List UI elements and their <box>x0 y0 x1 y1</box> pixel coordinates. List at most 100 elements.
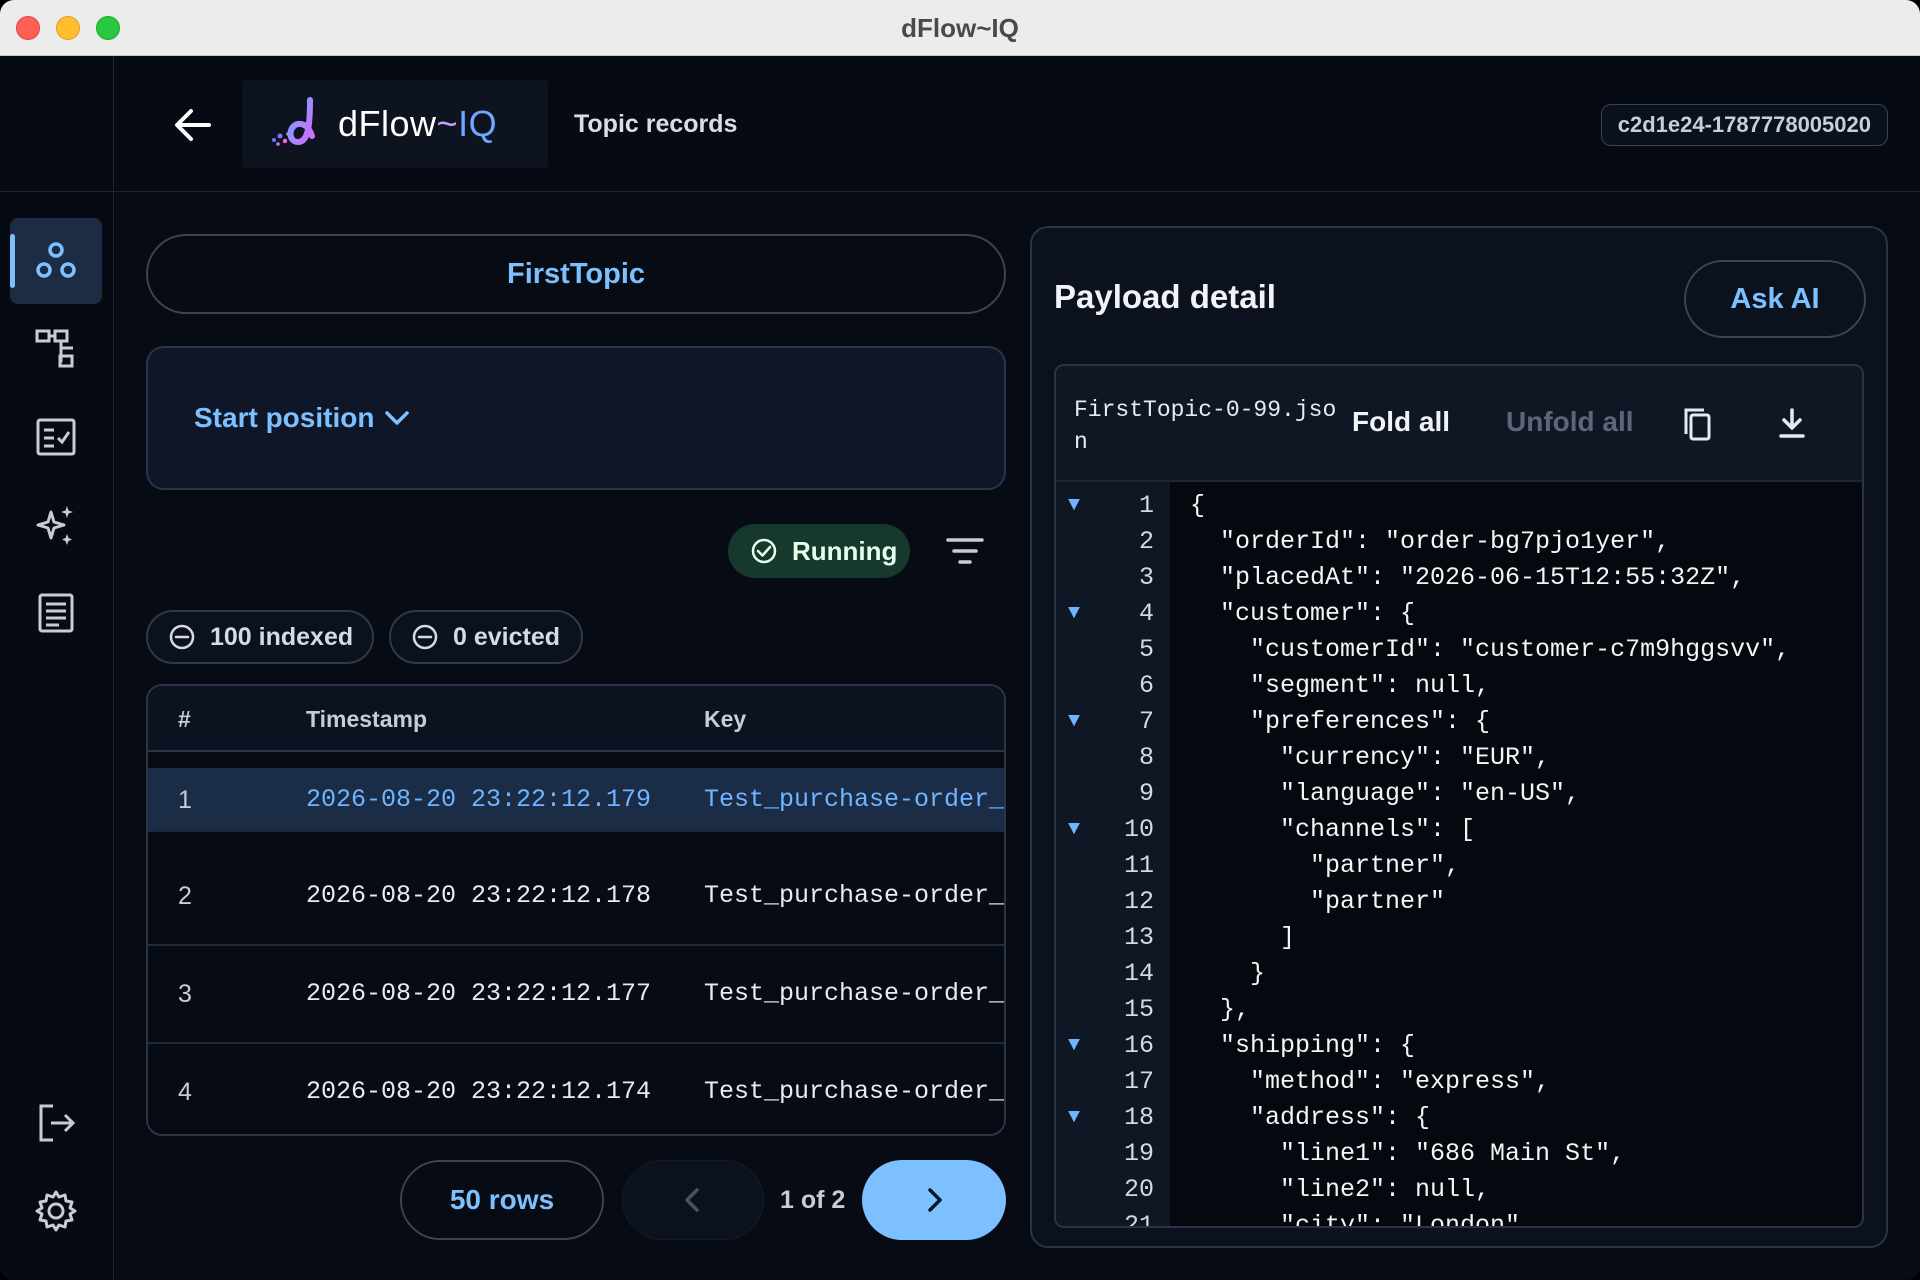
sparkles-icon <box>36 506 73 545</box>
line-text: "customerId": "customer-c7m9hggsvv", <box>1190 635 1791 664</box>
checklist-icon <box>36 418 76 456</box>
rail-item-topics[interactable] <box>10 218 102 304</box>
fold-toggle-icon[interactable]: ▼ <box>1068 488 1088 524</box>
line-number: 1 <box>1138 491 1154 520</box>
session-id-badge: c2d1e24-1787778005020 <box>1600 104 1888 146</box>
line-text: "segment": null, <box>1190 671 1491 700</box>
copy-button[interactable] <box>1674 402 1718 446</box>
running-status-label: Running <box>792 535 898 566</box>
logo-suffix: IQ <box>458 103 498 144</box>
row-number: 2 <box>178 882 192 910</box>
fold-toggle-icon[interactable]: ▼ <box>1068 812 1088 848</box>
json-code-line: 21 "city": "London" <box>1056 1208 1862 1228</box>
json-code-line: 14 } <box>1056 956 1862 992</box>
json-code-line: ▼ 10 "channels": [ <box>1056 812 1862 848</box>
line-text: "shipping": { <box>1190 1031 1416 1060</box>
gear-icon <box>35 1190 77 1232</box>
title-bar: dFlow~IQ <box>0 0 1920 56</box>
line-number: 4 <box>1138 599 1154 628</box>
line-text: "city": "London" <box>1190 1211 1521 1228</box>
line-number: 10 <box>1123 815 1154 844</box>
json-code-line: 17 "method": "express", <box>1056 1064 1862 1100</box>
logo-tilde: ~ <box>436 103 459 144</box>
table-row[interactable]: 4 2026-08-20 23:22:12.174 Test_purchase-… <box>148 1044 1004 1134</box>
json-code-line: 11 "partner", <box>1056 848 1862 884</box>
app-header: dFlow~IQ Topic records c2d1e24-178777800… <box>114 56 1920 192</box>
fold-toggle-icon[interactable]: ▼ <box>1068 596 1088 632</box>
rail-item-logout[interactable] <box>10 1080 102 1166</box>
column-header-number[interactable]: # <box>178 686 191 752</box>
row-timestamp: 2026-08-20 23:22:12.174 <box>306 1077 652 1106</box>
line-number: 19 <box>1123 1139 1154 1168</box>
json-viewer-toolbar: FirstTopic-0-99.json Fold all Unfold all <box>1056 366 1862 482</box>
unfold-all-button[interactable]: Unfold all <box>1506 406 1634 438</box>
row-key: Test_purchase-order_9 <box>704 979 1004 1008</box>
line-number: 16 <box>1123 1031 1154 1060</box>
rail-item-ai[interactable] <box>10 482 102 568</box>
row-key: Test_purchase-order_9 <box>704 881 1004 910</box>
topic-selector[interactable]: FirstTopic <box>146 234 1006 314</box>
start-position-dropdown[interactable]: Start position <box>194 396 410 440</box>
ask-ai-button[interactable]: Ask AI <box>1684 260 1866 338</box>
line-number: 18 <box>1123 1103 1154 1132</box>
window-title: dFlow~IQ <box>901 13 1019 43</box>
json-code-line: ▼ 16 "shipping": { <box>1056 1028 1862 1064</box>
line-text: "line1": "686 Main St", <box>1190 1139 1626 1168</box>
running-status-badge: Running <box>728 524 910 578</box>
indexed-count-chip: 100 indexed <box>146 610 374 664</box>
next-page-button[interactable] <box>862 1160 1006 1240</box>
column-header-timestamp[interactable]: Timestamp <box>306 686 427 752</box>
rows-per-page-button[interactable]: 50 rows <box>400 1160 604 1240</box>
download-button[interactable] <box>1770 402 1814 446</box>
arrow-left-icon <box>175 109 211 141</box>
json-code-line: 5 "customerId": "customer-c7m9hggsvv", <box>1056 632 1862 668</box>
line-text: "placedAt": "2026-06-15T12:55:32Z", <box>1190 563 1746 592</box>
chevron-right-icon <box>928 1188 942 1212</box>
fold-toggle-icon[interactable]: ▼ <box>1068 1100 1088 1136</box>
json-code-line: 9 "language": "en-US", <box>1056 776 1862 812</box>
line-number: 9 <box>1138 779 1154 808</box>
document-icon <box>38 593 74 633</box>
filter-button[interactable] <box>940 528 990 574</box>
line-text: "partner" <box>1190 887 1446 916</box>
app-logo: dFlow~IQ <box>242 80 548 168</box>
rail-item-settings[interactable] <box>10 1168 102 1254</box>
line-text: } <box>1190 959 1266 988</box>
rail-header-spacer <box>0 56 114 192</box>
rail-item-hierarchy[interactable] <box>10 306 102 392</box>
hierarchy-icon <box>35 329 74 368</box>
line-text: "partner", <box>1190 851 1461 880</box>
evicted-count-chip: 0 evicted <box>389 610 583 664</box>
fold-toggle-icon[interactable]: ▼ <box>1068 1028 1088 1064</box>
line-text: "address": { <box>1190 1103 1431 1132</box>
app-window: dFlow~IQ dFlow~IQ Topic records c2d1e24-… <box>0 0 1920 1280</box>
line-text: "line2": null, <box>1190 1175 1491 1204</box>
column-header-key[interactable]: Key <box>704 686 746 752</box>
line-text: "language": "en-US", <box>1190 779 1581 808</box>
records-table: # Timestamp Key 1 2026-08-20 23:22:12.17… <box>146 684 1006 1136</box>
table-row[interactable]: 3 2026-08-20 23:22:12.177 Test_purchase-… <box>148 946 1004 1044</box>
row-timestamp: 2026-08-20 23:22:12.178 <box>306 881 652 910</box>
json-code-line: 20 "line2": null, <box>1056 1172 1862 1208</box>
indexed-count-label: 100 indexed <box>210 622 354 651</box>
fold-toggle-icon[interactable]: ▼ <box>1068 704 1088 740</box>
payload-title: Payload detail <box>1054 278 1276 315</box>
previous-page-button[interactable] <box>622 1160 764 1240</box>
row-number: 3 <box>178 980 192 1008</box>
minus-circle-icon <box>412 624 438 650</box>
line-text: ] <box>1190 923 1296 952</box>
back-button[interactable] <box>164 96 222 154</box>
check-circle-icon <box>751 538 777 564</box>
filter-icon <box>946 538 984 564</box>
rail-item-checklist[interactable] <box>10 394 102 480</box>
table-row[interactable]: 2 2026-08-20 23:22:12.178 Test_purchase-… <box>148 848 1004 946</box>
page-title: Topic records <box>574 110 738 138</box>
table-row[interactable]: 1 2026-08-20 23:22:12.179 Test_purchase-… <box>148 768 1004 832</box>
line-text: "preferences": { <box>1190 707 1491 736</box>
json-file-name: FirstTopic-0-99.json <box>1074 397 1337 455</box>
rail-item-documents[interactable] <box>10 570 102 656</box>
fold-all-button[interactable]: Fold all <box>1352 406 1450 438</box>
line-number: 3 <box>1138 563 1154 592</box>
topics-icon <box>36 242 76 278</box>
line-number: 7 <box>1138 707 1154 736</box>
